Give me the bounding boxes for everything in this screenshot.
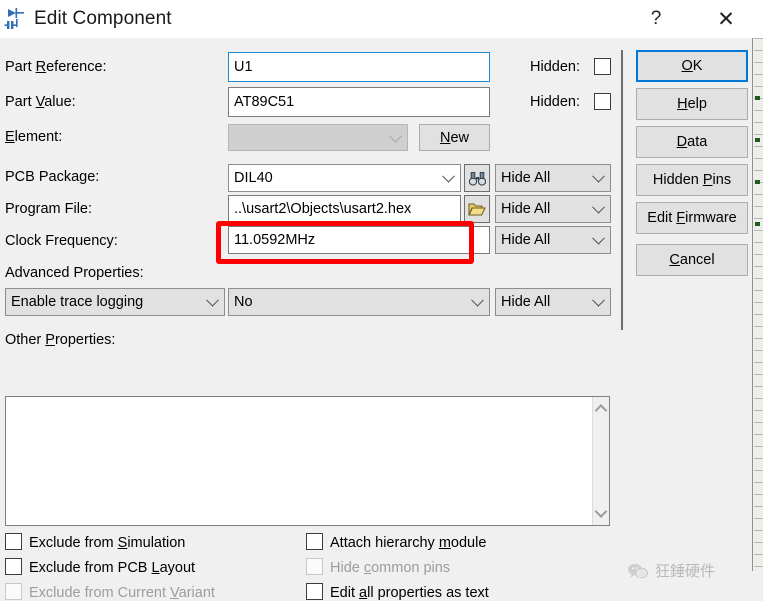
clock-frequency-hide-combo[interactable]: Hide All: [495, 226, 611, 254]
checkbox-box: [5, 583, 22, 600]
hide-common-pins-checkbox: Hide common pins: [306, 558, 450, 576]
clock-frequency-label: Clock Frequency:: [5, 233, 118, 249]
chevron-down-icon: [592, 293, 605, 307]
part-reference-label: Part Reference:: [5, 59, 107, 75]
pcb-package-hide-combo[interactable]: Hide All: [495, 164, 611, 192]
advanced-properties-hide-value: Hide All: [501, 294, 551, 310]
grid-tick: [755, 96, 760, 100]
component-icon: [4, 6, 30, 32]
clock-frequency-input[interactable]: 11.0592MHz: [228, 226, 490, 254]
grid-tick: [755, 222, 760, 226]
binoculars-icon-button[interactable]: [464, 164, 490, 192]
checkbox-box: [306, 533, 323, 550]
part-value-hidden-label: Hidden:: [530, 94, 580, 110]
edit-all-properties-checkbox[interactable]: Edit all properties as text: [306, 583, 489, 601]
grid-tick: [755, 180, 760, 184]
chevron-down-icon: [592, 169, 605, 183]
other-properties-scrollbar[interactable]: [592, 397, 609, 525]
part-reference-input[interactable]: U1: [228, 52, 490, 82]
program-file-input[interactable]: ..\usart2\Objects\usart2.hex: [228, 195, 461, 223]
advanced-properties-hide-combo[interactable]: Hide All: [495, 288, 611, 316]
edit-firmware-button[interactable]: Edit Firmware: [636, 202, 748, 234]
scroll-down-icon[interactable]: [594, 505, 608, 518]
chevron-down-icon: [471, 293, 484, 307]
new-button[interactable]: New: [419, 124, 490, 151]
close-icon[interactable]: ✕: [703, 0, 749, 38]
checkbox-box: [5, 558, 22, 575]
checkbox-box: [5, 533, 22, 550]
pcb-package-combo[interactable]: DIL40: [228, 164, 461, 192]
advanced-property-combo[interactable]: Enable trace logging: [5, 288, 225, 316]
element-label: Element:: [5, 129, 63, 145]
data-button[interactable]: Data: [636, 126, 748, 158]
cancel-button[interactable]: Cancel: [636, 244, 748, 276]
chevron-down-icon: [592, 231, 605, 245]
advanced-property-value-combo[interactable]: No: [228, 288, 490, 316]
folder-open-icon: [468, 203, 486, 215]
program-file-hide-value: Hide All: [501, 201, 551, 217]
part-value-label: Part Value:: [5, 94, 76, 110]
browse-file-button[interactable]: [464, 195, 490, 223]
pcb-package-value: DIL40: [234, 170, 273, 186]
program-file-label: Program File:: [5, 201, 93, 217]
checkbox-box: [306, 558, 323, 575]
vertical-divider: [621, 50, 623, 330]
chevron-down-icon: [389, 129, 402, 143]
chevron-down-icon: [206, 293, 219, 307]
hidden-pins-button[interactable]: Hidden Pins: [636, 164, 748, 196]
ok-button[interactable]: OK: [636, 50, 748, 82]
part-value-input[interactable]: AT89C51: [228, 87, 490, 117]
background-app-strip: [752, 38, 763, 571]
clock-frequency-hide-value: Hide All: [501, 232, 551, 248]
window-title: Edit Component: [34, 8, 172, 29]
part-reference-hidden-label: Hidden:: [530, 59, 580, 75]
pcb-package-hide-value: Hide All: [501, 170, 551, 186]
advanced-property-value: Enable trace logging: [11, 294, 144, 310]
exclude-simulation-checkbox[interactable]: Exclude from Simulation: [5, 533, 185, 551]
help-button[interactable]: Help: [636, 88, 748, 120]
exclude-pcb-layout-checkbox[interactable]: Exclude from PCB Layout: [5, 558, 195, 576]
grid-tick: [755, 138, 760, 142]
exclude-current-variant-checkbox: Exclude from Current Variant: [5, 583, 215, 601]
help-titlebar-button[interactable]: ?: [633, 0, 679, 38]
pcb-package-label: PCB Package:: [5, 169, 100, 185]
part-reference-hidden-checkbox[interactable]: [594, 58, 611, 75]
title-bar: Edit Component ? ✕: [0, 0, 763, 38]
element-combo[interactable]: [228, 124, 408, 151]
edit-component-dialog: Part Reference: Part Value: Element: PCB…: [0, 38, 752, 601]
chevron-down-icon: [442, 169, 455, 183]
binoculars-icon: [468, 171, 486, 186]
advanced-properties-label: Advanced Properties:: [5, 265, 144, 281]
attach-hierarchy-module-checkbox[interactable]: Attach hierarchy module: [306, 533, 486, 551]
advanced-property-setting: No: [234, 294, 253, 310]
other-properties-textarea[interactable]: [5, 396, 610, 526]
chevron-down-icon: [592, 200, 605, 214]
schematic-grid: [754, 38, 763, 571]
other-properties-label: Other Properties:: [5, 332, 116, 348]
program-file-hide-combo[interactable]: Hide All: [495, 195, 611, 223]
checkbox-box: [306, 583, 323, 600]
part-value-hidden-checkbox[interactable]: [594, 93, 611, 110]
scroll-up-icon[interactable]: [594, 404, 608, 417]
